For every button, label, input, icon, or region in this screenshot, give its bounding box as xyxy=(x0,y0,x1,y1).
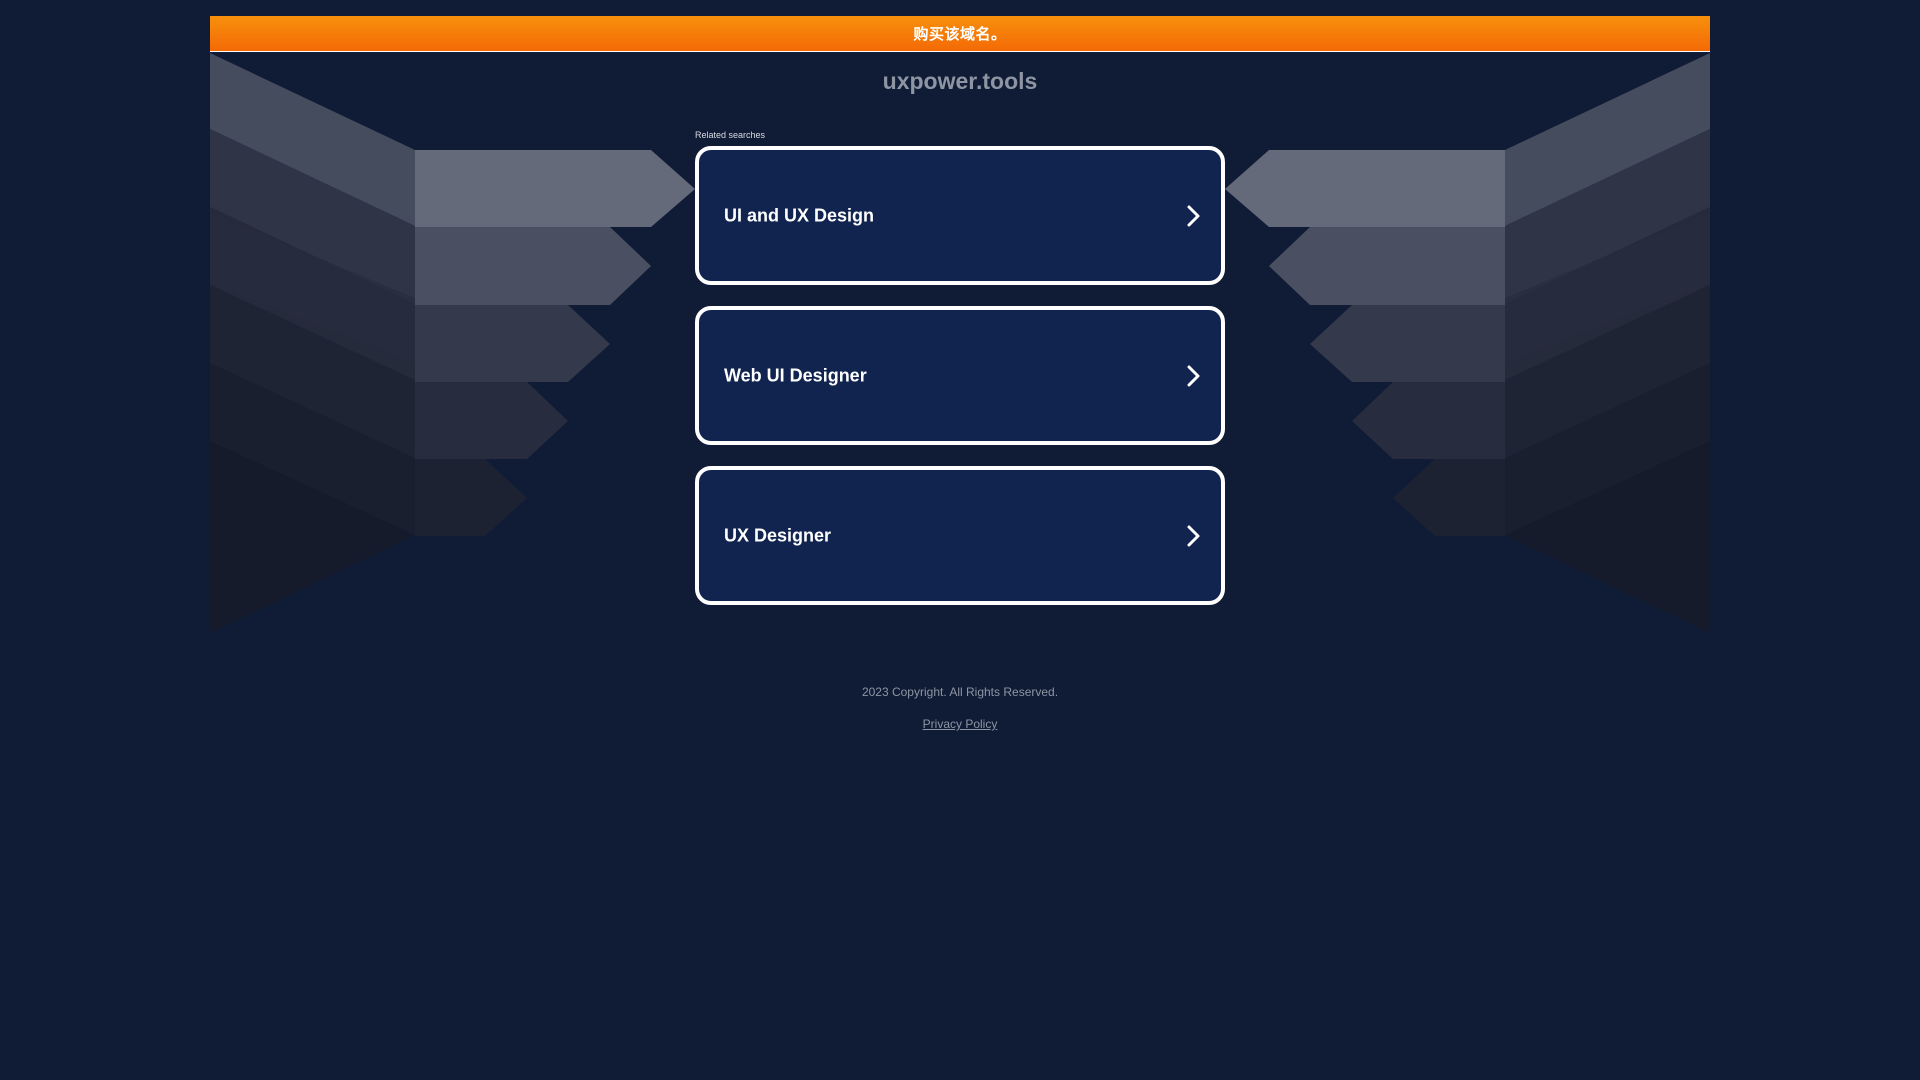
right-wing-feather xyxy=(1269,227,1505,305)
left-wing-feather xyxy=(415,305,610,382)
parked-domain-container: 购买该域名。 uxpower.tools Related searches UI… xyxy=(210,0,1710,1080)
copyright-text: 2023 Copyright. All Rights Reserved. xyxy=(861,685,1059,699)
left-wing-feather xyxy=(415,227,651,305)
right-wing-feather xyxy=(1225,150,1505,227)
right-wing-feather xyxy=(1310,305,1505,382)
chevron-right-icon xyxy=(1187,365,1200,386)
page: 购买该域名。 uxpower.tools Related searches UI… xyxy=(0,0,1920,1080)
related-search-label: Web UI Designer xyxy=(724,365,867,385)
left-wing-feather xyxy=(415,150,695,227)
related-search-card[interactable]: UX Designer xyxy=(695,466,1225,605)
related-searches-label: Related searches xyxy=(695,130,766,140)
privacy-policy-wrapper: Privacy Policy xyxy=(210,715,1710,733)
left-wing-feather xyxy=(415,459,527,536)
chevron-right-icon xyxy=(1187,525,1200,546)
related-search-card[interactable]: Web UI Designer xyxy=(695,306,1225,445)
left-wing-feather xyxy=(415,382,568,459)
right-wing-feather xyxy=(1352,382,1505,459)
related-search-label: UI and UX Design xyxy=(724,205,875,225)
related-search-label: UX Designer xyxy=(724,525,832,545)
chevron-right-icon xyxy=(1187,205,1200,226)
related-search-card[interactable]: UI and UX Design xyxy=(695,146,1225,285)
domain-name: uxpower.tools xyxy=(882,68,1038,94)
right-wing-feather xyxy=(1393,459,1505,536)
privacy-policy-link[interactable]: Privacy Policy xyxy=(923,717,998,731)
buy-domain-banner[interactable]: 购买该域名。 xyxy=(210,16,1710,52)
